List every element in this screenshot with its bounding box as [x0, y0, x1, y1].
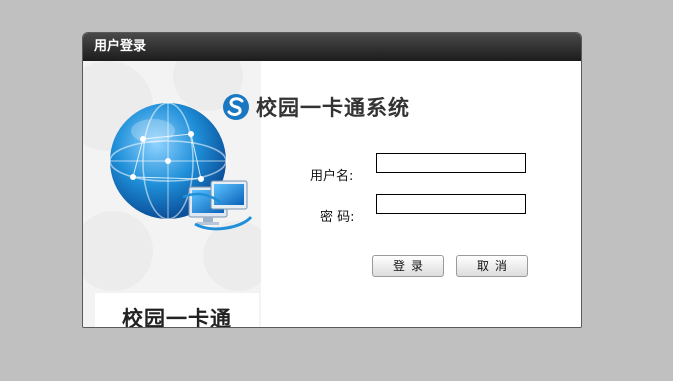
login-button[interactable]: 登录: [372, 255, 444, 277]
username-label: 用户名:: [310, 169, 354, 184]
system-title-text: 校园一卡通系统: [256, 96, 410, 120]
cancel-button[interactable]: 取消: [456, 255, 528, 277]
system-logo-icon: [223, 94, 249, 120]
password-label: 密 码:: [320, 210, 355, 225]
dialog-titlebar: 用户登录: [83, 33, 581, 61]
brand-label: 校园一卡通: [95, 293, 259, 327]
system-title: 校园一卡通系统: [222, 92, 410, 122]
dialog-title: 用户登录: [94, 39, 147, 54]
username-input[interactable]: [376, 153, 526, 173]
password-input[interactable]: [376, 194, 526, 214]
